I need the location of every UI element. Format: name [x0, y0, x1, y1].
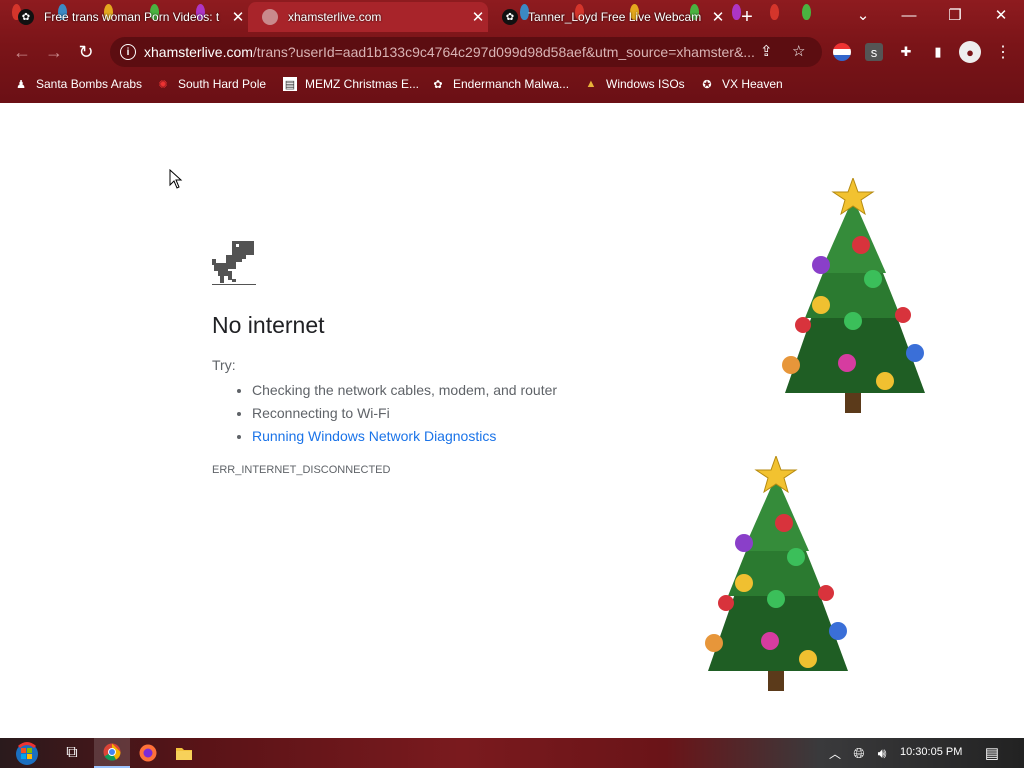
browser-toolbar: ← → ↻ i xhamsterlive.com/trans?userId=aa…: [0, 34, 1024, 70]
taskbar-chrome-button[interactable]: [94, 738, 130, 768]
bookmark-label: MEMZ Christmas E...: [305, 77, 420, 91]
error-page: No internet Try: Checking the network ca…: [0, 103, 1024, 738]
taskbar-clock[interactable]: 10:30:05 PM: [900, 746, 962, 758]
bookmark-south-hard-pole[interactable]: ✺ South Hard Pole: [156, 75, 266, 93]
page-title: No internet: [212, 312, 325, 338]
task-view-icon[interactable]: ⧉: [58, 738, 86, 768]
forward-button[interactable]: →: [40, 38, 68, 66]
start-button[interactable]: [6, 738, 48, 768]
dinosaur-icon: [212, 241, 256, 285]
tab-close-icon[interactable]: ✕: [228, 8, 248, 26]
bookmarks-bar: ♟ Santa Bombs Arabs ✺ South Hard Pole ▤ MEM…: [0, 70, 1024, 98]
taskbar-firefox-button[interactable]: [134, 738, 162, 768]
try-label: Try:: [212, 357, 236, 373]
tab-tanner-loyd[interactable]: ✿ Tanner_Loyd Free Live Webcam ✕: [488, 2, 728, 32]
mouse-cursor-icon: [169, 169, 183, 189]
site-info-icon[interactable]: i: [120, 44, 136, 60]
minimize-button[interactable]: —: [886, 0, 932, 30]
tab-xhamsterlive[interactable]: xhamsterlive.com ✕: [248, 2, 488, 32]
firefox-icon: [139, 744, 157, 762]
tab-porn-videos[interactable]: ✿ Free trans woman Porn Videos: t ✕: [4, 2, 248, 32]
suggestions-list: Checking the network cables, modem, and …: [212, 379, 557, 448]
speaker-icon[interactable]: 🔊︎: [873, 738, 891, 768]
tab-title: xhamsterlive.com: [288, 10, 382, 24]
network-globe-icon[interactable]: 🌐︎: [850, 738, 868, 768]
page-icon: ▤: [283, 77, 297, 91]
show-hidden-icons-chevron-icon[interactable]: ︿: [826, 738, 844, 768]
globe-icon: [262, 9, 278, 25]
tab-close-icon[interactable]: ✕: [708, 8, 728, 26]
extension-flag-icon[interactable]: [833, 43, 851, 61]
tab-close-icon[interactable]: ✕: [468, 8, 488, 26]
bookmark-label: Windows ISOs: [606, 77, 685, 91]
error-code: ERR_INTERNET_DISCONNECTED: [212, 464, 391, 476]
side-panel-icon[interactable]: ▮: [929, 43, 947, 61]
taskbar-file-explorer-button[interactable]: [170, 738, 198, 768]
share-icon[interactable]: ⇪: [760, 42, 773, 60]
back-button[interactable]: ←: [8, 38, 36, 66]
bomb-icon: ♟: [16, 78, 26, 91]
tab-favicon-icon: ✿: [502, 9, 518, 25]
menu-kebab-icon[interactable]: ⋮: [994, 43, 1012, 61]
folder-icon: [176, 748, 192, 760]
bookmark-memz-christmas[interactable]: ▤ MEMZ Christmas E...: [283, 75, 419, 93]
url-host: xhamsterlive.com: [144, 44, 253, 60]
action-center-icon[interactable]: ▤: [978, 738, 1006, 768]
tab-title: Tanner_Loyd Free Live Webcam: [528, 10, 702, 24]
bookmark-label: South Hard Pole: [178, 77, 267, 91]
bookmark-label: Endermanch Malwa...: [453, 77, 570, 91]
bookmark-label: Santa Bombs Arabs: [36, 77, 143, 91]
tab-title: Free trans woman Porn Videos: t: [44, 10, 220, 24]
christmas-tree-icon: [782, 178, 925, 413]
bookmark-star-icon[interactable]: ☆: [792, 42, 805, 60]
christmas-tree-icon: [705, 456, 848, 691]
windows-start-icon: [16, 742, 38, 765]
vx-icon: ✪: [702, 78, 712, 91]
url-path: /trans?userId=aad1b133c9c4764c297d099d98…: [252, 44, 754, 60]
bookmark-windows-isos[interactable]: ▲ Windows ISOs: [584, 75, 685, 93]
bookmark-endermanch-malware[interactable]: ✿ Endermanch Malwa...: [431, 75, 569, 93]
close-window-button[interactable]: ✕: [978, 0, 1024, 30]
profile-avatar-icon[interactable]: ●: [959, 41, 981, 63]
extensions-puzzle-icon[interactable]: ✚: [897, 43, 915, 61]
reload-button[interactable]: ↻: [72, 38, 100, 66]
suggestion-item: Checking the network cables, modem, and …: [252, 379, 557, 402]
url-text[interactable]: xhamsterlive.com/trans?userId=aad1b133c9…: [144, 44, 754, 60]
browser-chrome: ✿ Free trans woman Porn Videos: t ✕ xham…: [0, 0, 1024, 103]
bookmark-santa-bombs-arabs[interactable]: ♟ Santa Bombs Arabs: [14, 75, 142, 93]
bookmark-label: VX Heaven: [722, 77, 783, 91]
new-tab-button[interactable]: +: [734, 2, 760, 32]
network-diagnostics-link[interactable]: Running Windows Network Diagnostics: [252, 428, 496, 444]
raccoon-icon: ✿: [433, 78, 443, 91]
suggestion-item: Reconnecting to Wi-Fi: [252, 402, 557, 425]
tab-strip: ✿ Free trans woman Porn Videos: t ✕ xham…: [0, 0, 1024, 34]
bookmark-vx-heaven[interactable]: ✪ VX Heaven: [700, 75, 783, 93]
extension-s-icon[interactable]: s: [865, 43, 883, 61]
restore-button[interactable]: ❐: [932, 0, 978, 30]
tree-icon: ▲: [585, 78, 597, 90]
chrome-icon: [103, 743, 121, 761]
address-bar[interactable]: i xhamsterlive.com/trans?userId=aad1b133…: [110, 37, 822, 67]
suggestion-item: Running Windows Network Diagnostics: [252, 425, 557, 448]
taskbar: ⧉ ︿ 🌐︎ 🔊︎ 10:30:05 PM ▤: [0, 738, 1024, 768]
spark-icon: ✺: [158, 78, 168, 91]
tab-search-chevron-icon[interactable]: ⌄: [840, 0, 886, 30]
tab-favicon-icon: ✿: [18, 9, 34, 25]
